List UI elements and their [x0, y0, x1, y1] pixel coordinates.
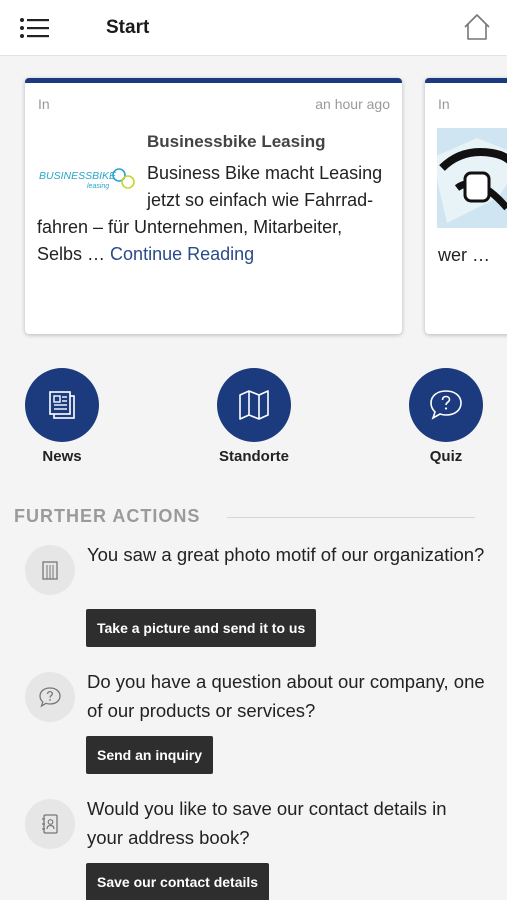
logo-subline: leasing: [87, 183, 109, 190]
shortcut-label: Quiz: [429, 448, 463, 465]
speech-bubble-question-icon: [409, 368, 483, 442]
building-icon: [25, 545, 75, 595]
standorte-shortcut-button[interactable]: Standorte: [204, 368, 304, 465]
map-icon: [217, 368, 291, 442]
take-picture-button[interactable]: Take a picture and send it to us: [86, 609, 317, 647]
home-icon[interactable]: [462, 12, 492, 42]
card-thumbnail: [437, 128, 507, 228]
further-actions-heading: FURTHER ACTIONS: [14, 506, 201, 526]
card-headline: Businessbike Leasing: [147, 132, 326, 151]
card-source-label: In: [438, 96, 450, 112]
card-source-label: In: [38, 96, 50, 112]
continue-reading-link[interactable]: Continue Reading: [110, 244, 254, 264]
shortcut-row: News Standorte Quiz: [0, 368, 507, 468]
card-excerpt: wer …: [438, 245, 491, 265]
top-bar: Start: [0, 0, 507, 56]
newspaper-icon: [25, 368, 99, 442]
page-title: Start: [106, 17, 150, 38]
save-contact-button[interactable]: Save our contact details: [86, 863, 270, 900]
news-shortcut-button[interactable]: News: [12, 368, 112, 465]
action-text: Would you like to save our contact detai…: [87, 798, 447, 848]
address-book-icon: [25, 799, 75, 849]
action-text: You saw a great photo motif of our organ…: [87, 544, 485, 565]
card-timestamp: an hour ago: [315, 96, 390, 112]
news-card[interactable]: In an hour ago Businessbike Leasing Busi…: [25, 78, 402, 334]
quiz-shortcut-button[interactable]: Quiz: [396, 368, 496, 465]
shortcut-label: News: [42, 448, 82, 465]
hamburger-menu-icon[interactable]: [18, 14, 52, 42]
shortcut-label: Standorte: [218, 448, 289, 465]
action-text: Do you have a question about our company…: [87, 671, 485, 721]
logo-wordmark: BUSINESSBIKE: [39, 170, 117, 182]
news-card[interactable]: In wer …: [425, 78, 507, 334]
send-inquiry-button[interactable]: Send an inquiry: [86, 736, 214, 774]
news-carousel[interactable]: In an hour ago Businessbike Leasing Busi…: [0, 56, 507, 346]
section-divider: [227, 517, 475, 518]
businessbike-logo: BUSINESSBIKE leasing: [39, 167, 137, 195]
question-bubble-icon: [25, 672, 75, 722]
